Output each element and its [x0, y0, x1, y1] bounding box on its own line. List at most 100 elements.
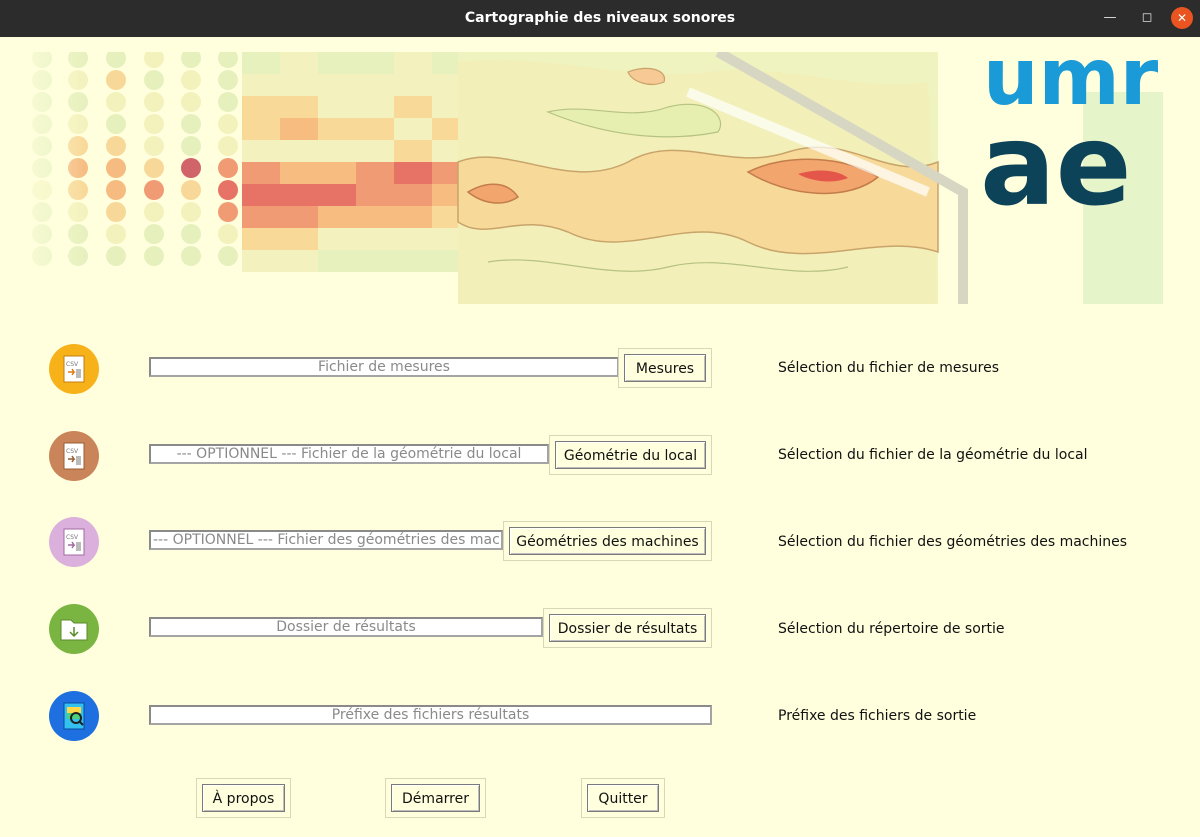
results-folder-button[interactable]: Dossier de résultats [549, 614, 706, 642]
minimize-icon[interactable]: — [1099, 7, 1121, 29]
banner-heat-cell [356, 184, 394, 206]
banner-heat-cell [318, 96, 356, 118]
banner-dot [144, 70, 164, 90]
folder-download-icon [49, 604, 99, 654]
quit-button-frame: Quitter [581, 778, 665, 818]
banner-heat-cell [280, 52, 318, 74]
result-file-prefix-icon [49, 691, 99, 741]
banner-heat-cell [242, 250, 280, 272]
banner-dot [106, 52, 126, 68]
banner-dot [106, 114, 126, 134]
banner-heat-cell [356, 118, 394, 140]
csv-machine-geometry-icon: CSV [49, 517, 99, 567]
banner-dot [218, 158, 238, 178]
banner-dot [218, 136, 238, 156]
results-folder-description: Sélection du répertoire de sortie [778, 621, 1005, 637]
maximize-icon[interactable]: ◻ [1136, 7, 1158, 29]
start-button-frame: Démarrer [385, 778, 486, 818]
banner-dot [181, 158, 201, 178]
room-geometry-file-input[interactable]: --- OPTIONNEL --- Fichier de la géométri… [149, 444, 549, 464]
banner-heat-cell [242, 206, 280, 228]
start-button[interactable]: Démarrer [391, 784, 480, 812]
banner-dot [181, 246, 201, 266]
banner-heat-cell [318, 250, 356, 272]
csv-measures-icon: CSV [49, 344, 99, 394]
measures-description: Sélection du fichier de mesures [778, 360, 999, 376]
banner-dot [144, 136, 164, 156]
svg-text:CSV: CSV [66, 448, 79, 455]
banner-heat-cell [394, 162, 432, 184]
banner-heat-cell [318, 184, 356, 206]
banner-heat-cell [356, 140, 394, 162]
machine-geometry-file-input[interactable]: --- OPTIONNEL --- Fichier des géométries… [149, 530, 503, 550]
banner-heat-cell [280, 250, 318, 272]
banner-heat-cell [318, 118, 356, 140]
about-button[interactable]: À propos [202, 784, 285, 812]
banner-heat-cell [242, 162, 280, 184]
banner-dot [106, 70, 126, 90]
banner-dot [106, 246, 126, 266]
banner-heat-cell [242, 96, 280, 118]
quit-button[interactable]: Quitter [587, 784, 659, 812]
banner-heat-cell [356, 250, 394, 272]
banner-heat-cell [318, 206, 356, 228]
banner-heat-cell [318, 140, 356, 162]
results-folder-input[interactable]: Dossier de résultats [149, 617, 543, 637]
banner-heat-cell [318, 228, 356, 250]
banner-heat-cell [280, 206, 318, 228]
banner-heat-cell [280, 184, 318, 206]
banner-heat-cell [280, 162, 318, 184]
machine-geometry-button[interactable]: Géométries des machines [509, 527, 706, 555]
banner-dot [144, 52, 164, 68]
banner-dot [144, 180, 164, 200]
banner-dot [181, 202, 201, 222]
results-prefix-description: Préfixe des fichiers de sortie [778, 708, 977, 724]
room-geometry-button[interactable]: Géométrie du local [555, 441, 706, 469]
banner-dot [218, 246, 238, 266]
results-prefix-input[interactable]: Préfixe des fichiers résultats [149, 705, 712, 725]
banner-heat-cell [394, 74, 432, 96]
measures-file-input[interactable]: Fichier de mesures [149, 357, 619, 377]
banner-dot [144, 224, 164, 244]
banner-heat-cell [394, 250, 432, 272]
about-button-frame: À propos [196, 778, 291, 818]
banner-heat-cell [242, 184, 280, 206]
measures-button[interactable]: Mesures [624, 354, 706, 382]
svg-text:CSV: CSV [66, 534, 79, 541]
window-titlebar: Cartographie des niveaux sonores — ◻ ✕ [0, 0, 1200, 37]
banner-dot [181, 52, 201, 68]
banner-heat-cell [280, 96, 318, 118]
banner-dot [144, 158, 164, 178]
banner-dot [181, 70, 201, 90]
room-geometry-button-frame: Géométrie du local [549, 435, 712, 475]
banner-dot [218, 180, 238, 200]
banner-heat-cell [394, 96, 432, 118]
logo-ae: ae [980, 101, 1132, 231]
heat-grid [242, 52, 470, 272]
machine-geometry-button-frame: Géométries des machines [503, 521, 712, 561]
banner-dot [106, 92, 126, 112]
banner-heat-cell [242, 74, 280, 96]
results-folder-button-frame: Dossier de résultats [543, 608, 712, 648]
close-icon[interactable]: ✕ [1171, 7, 1193, 29]
banner-dot [218, 114, 238, 134]
banner-heat-cell [356, 74, 394, 96]
banner-heat-cell [356, 206, 394, 228]
banner-dot [181, 136, 201, 156]
umr-ae-logo: umr ae [980, 52, 1163, 304]
banner-heat-cell [356, 162, 394, 184]
banner-heat-cell [280, 74, 318, 96]
banner-heat-cell [242, 52, 280, 74]
room-geometry-description: Sélection du fichier de la géométrie du … [778, 447, 1088, 463]
banner-dot [218, 224, 238, 244]
banner-dot [144, 114, 164, 134]
banner-dot [218, 52, 238, 68]
banner-dot [144, 202, 164, 222]
banner-heat-cell [356, 96, 394, 118]
banner-dot [218, 202, 238, 222]
banner-dot [106, 180, 126, 200]
banner-dot [106, 202, 126, 222]
banner-dot [106, 224, 126, 244]
banner-dot [181, 114, 201, 134]
banner-heat-cell [280, 228, 318, 250]
